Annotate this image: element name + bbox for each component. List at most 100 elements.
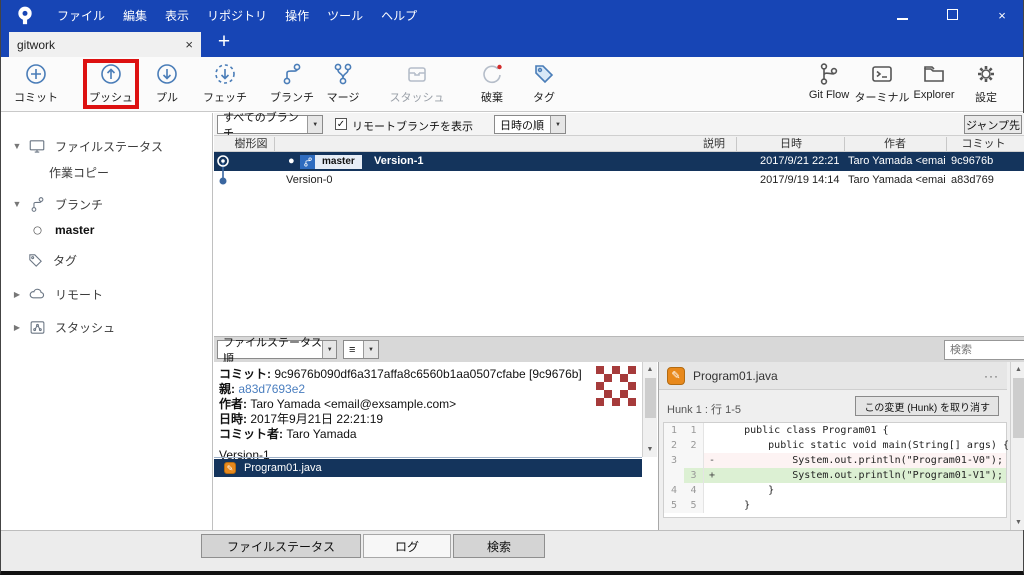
chevron-right-icon[interactable]: ▶ [9,323,25,332]
commit-row[interactable]: Version-0 2017/9/19 14:14 Taro Yamada <e… [214,171,1024,190]
minimize-icon[interactable] [891,8,913,23]
commit-button[interactable]: コミット [8,60,64,110]
tab-close-icon[interactable]: × [185,37,193,52]
scroll-up-icon[interactable]: ▲ [1011,362,1024,377]
new-line-number: 4 [684,483,704,498]
detail-date-value: 2017年9月21日 22:21:19 [250,412,383,426]
check-icon: ✓ [337,119,345,130]
file-sort-dropdown[interactable]: ファイルステータス順 ▼ [217,340,337,359]
more-icon[interactable]: ··· [984,369,999,383]
menu-item-repository[interactable]: リポジトリ [207,7,267,24]
file-list-item-selected[interactable]: ✎ Program01.java [214,459,642,477]
main-toolbar: コミット プッシュ プル フェッチ ブランチ [1,57,1023,112]
column-header-author[interactable]: 作者 [844,137,946,151]
chevron-down-icon[interactable]: ▼ [9,199,25,209]
commit-row-selected[interactable]: ● master Version-1 2017/9/21 22:21 Taro … [214,152,1024,171]
diff-marker [704,498,720,513]
column-header-date[interactable]: 日時 [736,137,846,151]
diff-scrollbar[interactable]: ▲ ▼ [1010,362,1024,530]
scroll-down-icon[interactable]: ▼ [1011,515,1024,530]
tag-button[interactable]: タグ [516,60,572,110]
cloud-icon [25,285,49,303]
hunk-label: Hunk 1 : 行 1-5 [667,401,741,417]
menu-item-edit[interactable]: 編集 [123,7,147,24]
discard-button[interactable]: 破棄 [464,60,520,110]
details-scrollbar[interactable]: ▲ ▼ [642,362,657,457]
sidebar-item-master[interactable]: master [1,219,212,241]
diff-file-name: Program01.java [693,369,984,383]
branch-filter-dropdown[interactable]: すべてのブランチ ▼ [217,115,323,134]
menu-item-actions[interactable]: 操作 [285,7,309,24]
fetch-button[interactable]: フェッチ [197,60,253,110]
modified-file-icon: ✎ [224,462,236,474]
sidebar-item-working-copy[interactable]: 作業コピー [1,161,212,183]
parent-commit-link[interactable]: a83d7693e2 [238,382,305,396]
sidebar-item-file-status[interactable]: ▼ ファイルステータス [1,135,212,157]
pull-button[interactable]: プル [139,60,195,110]
view-options-dropdown[interactable]: ≡ ▼ [343,340,379,359]
revert-hunk-button[interactable]: この変更 (Hunk) を取り消す [855,396,999,416]
commit-date: 2017/9/21 22:21 [760,152,840,171]
tab-search[interactable]: 検索 [453,534,545,558]
push-button[interactable]: プッシュ [83,60,139,110]
menu-item-help[interactable]: ヘルプ [381,7,417,24]
monitor-icon [25,137,49,155]
sidebar-item-branches[interactable]: ▼ ブランチ [1,193,212,215]
circle-icon [25,225,49,236]
terminal-icon [854,60,910,88]
diff-code: System.out.println("Program01-V1"); [720,468,1006,483]
old-line-number: 1 [664,423,684,438]
search-input[interactable] [945,344,1024,356]
sort-order-dropdown[interactable]: 日時の順 ▼ [494,115,566,134]
diff-code: System.out.println("Program01-V0"); [720,453,1006,468]
tab-gitwork[interactable]: gitwork × [9,32,201,57]
merge-button[interactable]: マージ [315,60,371,110]
commit-hash: a83d769 [951,171,994,190]
branch-button[interactable]: ブランチ [264,60,320,110]
detail-committer-label: コミット者: [219,427,283,441]
new-line-number [684,453,704,468]
diff-line-removed: 3 - System.out.println("Program01-V0"); [664,453,1006,468]
chevron-down-icon[interactable]: ▼ [9,141,25,151]
commit-hash: 9c9676b [951,152,993,171]
terminal-button[interactable]: ターミナル [854,60,910,110]
diff-marker: + [704,468,720,483]
remote-branches-label: リモートブランチを表示 [352,118,473,134]
diff-marker [704,483,720,498]
maximize-icon[interactable] [941,8,963,23]
chevron-right-icon[interactable]: ▶ [9,290,25,299]
dropdown-arrow-icon: ▼ [307,116,322,133]
old-line-number: 3 [664,453,684,468]
sidebar-item-stashes[interactable]: ▶ スタッシュ [1,316,212,338]
menu-item-view[interactable]: 表示 [165,7,189,24]
column-header-graph[interactable]: 樹形図 [216,137,286,151]
menu-item-file[interactable]: ファイル [57,7,105,24]
sidebar-item-remotes[interactable]: ▶ リモート [1,283,212,305]
gitflow-button[interactable]: Git Flow [801,60,857,110]
scroll-up-icon[interactable]: ▲ [643,362,657,377]
old-line-number: 2 [664,438,684,453]
sidebar: ▼ ファイルステータス 作業コピー ▼ ブランチ master [1,113,213,530]
column-header-commit[interactable]: コミット [946,137,1021,151]
diff-marker [704,438,720,453]
jump-to-button[interactable]: ジャンプ先 [964,115,1022,134]
new-tab-icon[interactable]: + [211,30,237,54]
graph-bullet-icon: ● [288,152,295,171]
sourcetree-logo [15,5,35,25]
sidebar-item-tags[interactable]: タグ [1,249,212,271]
explorer-button[interactable]: Explorer [906,60,962,110]
settings-button[interactable]: 設定 [958,60,1014,110]
tab-log[interactable]: ログ [363,534,451,558]
menu-item-tools[interactable]: ツール [327,7,363,24]
tab-file-status[interactable]: ファイルステータス [201,534,361,558]
commit-author: Taro Yamada <emai [848,171,946,190]
detail-date-label: 日時: [219,412,247,426]
old-line-number [664,468,684,483]
remote-branches-checkbox[interactable]: ✓ [335,118,347,130]
stash-icon [25,319,49,336]
close-icon[interactable]: × [991,8,1013,23]
detail-parent-label: 親: [219,382,235,396]
stash-button[interactable]: スタッシュ [389,60,445,110]
scroll-down-icon[interactable]: ▼ [643,442,657,457]
diff-file-header[interactable]: ✎ Program01.java ··· [659,362,1007,390]
